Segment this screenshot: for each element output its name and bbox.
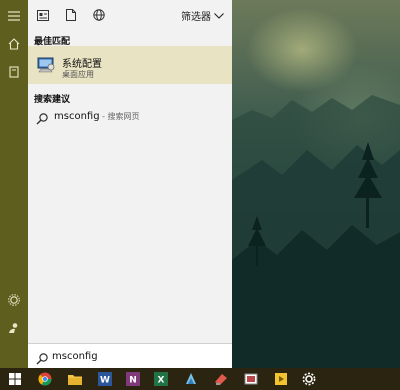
excel-icon[interactable]: X — [152, 370, 170, 388]
best-match-result[interactable]: 系统配置 桌面应用 — [28, 46, 232, 84]
svg-text:N: N — [129, 376, 137, 386]
filter-dropdown[interactable]: 筛选器 — [181, 8, 224, 23]
web-suggestion-suffix: - 搜索网页 — [99, 112, 140, 121]
best-match-subtitle: 桌面应用 — [62, 70, 94, 79]
settings-icon[interactable] — [4, 290, 24, 310]
app-icon-3[interactable] — [242, 370, 260, 388]
search-box-icon — [36, 350, 49, 365]
chrome-icon[interactable] — [36, 370, 54, 388]
word-icon[interactable]: W — [96, 370, 114, 388]
search-suggestions-heading: 搜索建议 — [34, 95, 71, 105]
app-icon-2[interactable] — [212, 370, 230, 388]
feedback-icon[interactable] — [4, 318, 24, 338]
taskbar: W N X — [0, 368, 400, 390]
document-icon[interactable] — [62, 6, 80, 24]
web-globe-icon[interactable] — [90, 6, 108, 24]
apps-icon[interactable] — [34, 6, 52, 24]
settings-gear-icon[interactable] — [300, 370, 318, 388]
system-config-icon — [36, 55, 56, 75]
best-match-title: 系统配置 — [62, 59, 102, 70]
svg-text:W: W — [100, 376, 110, 386]
search-panel: 筛选器 最佳匹配 系统配置 桌面应用 搜索建议 msconfig - 搜索网页 — [28, 0, 232, 368]
filter-label: 筛选器 — [181, 12, 211, 23]
web-suggestion-item[interactable]: msconfig - 搜索网页 — [28, 107, 232, 127]
search-icon — [36, 110, 50, 125]
web-suggestion-text: msconfig - 搜索网页 — [54, 111, 140, 122]
web-suggestion-query: msconfig — [54, 111, 100, 122]
app-icon[interactable] — [182, 370, 200, 388]
notebook-icon[interactable] — [4, 62, 24, 82]
onenote-icon[interactable]: N — [124, 370, 142, 388]
chevron-down-icon — [214, 12, 224, 19]
start-rail — [0, 0, 28, 368]
search-box[interactable] — [28, 343, 232, 368]
app-icon-4[interactable] — [272, 370, 290, 388]
svg-text:X: X — [158, 376, 165, 386]
file-explorer-icon[interactable] — [66, 370, 84, 388]
search-topbar: 筛选器 — [28, 0, 232, 30]
hamburger-icon[interactable] — [4, 6, 24, 26]
desktop-wallpaper — [232, 0, 400, 368]
home-icon[interactable] — [4, 34, 24, 54]
windows-start-icon[interactable] — [6, 370, 24, 388]
search-input[interactable] — [52, 348, 222, 364]
